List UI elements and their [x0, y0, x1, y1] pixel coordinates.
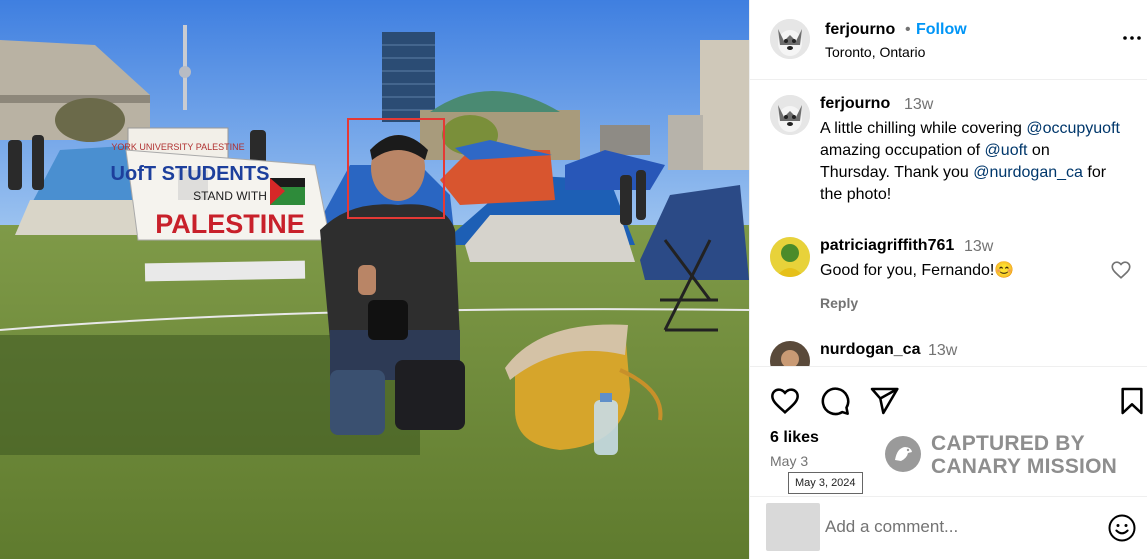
commenter-username[interactable]: patriciagriffith761 — [820, 237, 954, 255]
bookmark-icon[interactable] — [1116, 385, 1147, 417]
mention-link[interactable]: @occupyuoft — [1026, 120, 1120, 137]
caption-time[interactable]: 13w — [904, 96, 933, 114]
post-sidebar: ferjourno • Follow Toronto, Ontario ferj… — [749, 0, 1147, 559]
user-avatar — [766, 503, 820, 551]
post-header: ferjourno • Follow Toronto, Ontario — [750, 0, 1147, 80]
author-avatar[interactable] — [770, 19, 810, 59]
water-bottle — [594, 400, 618, 455]
follow-button[interactable]: Follow — [916, 21, 967, 39]
heart-icon[interactable] — [769, 385, 801, 417]
post-location[interactable]: Toronto, Ontario — [825, 44, 925, 60]
emoji-icon[interactable] — [1107, 513, 1137, 543]
comment-icon[interactable] — [819, 385, 851, 417]
comment-time[interactable]: 13w — [964, 238, 993, 256]
ground-sign — [144, 260, 306, 282]
commenter-avatar[interactable] — [770, 341, 810, 366]
canary-logo-icon — [885, 436, 921, 472]
comment-input[interactable] — [825, 515, 1095, 539]
commenter-username[interactable]: nurdogan_ca — [820, 341, 920, 359]
more-horizontal-icon[interactable] — [1120, 26, 1144, 50]
add-comment-bar — [750, 496, 1147, 559]
caption-text: A little chilling while covering @occupy… — [820, 118, 1120, 206]
post-photo-scene: YORK UNIVERSITY PALESTINE UofT STUDENTS … — [0, 0, 749, 559]
watermark-line1: CAPTURED BY — [931, 432, 1085, 455]
comment-item: nurdogan_ca 13w — [770, 341, 1140, 366]
comment-item: patriciagriffith761 13w Good for you, Fe… — [770, 237, 1140, 317]
comment-text: Good for you, Fernando!😊 — [820, 262, 1015, 279]
author-username[interactable]: ferjourno — [825, 21, 895, 39]
likes-count[interactable]: 6 likes — [770, 429, 819, 447]
commenter-avatar[interactable] — [770, 237, 810, 277]
post-date[interactable]: May 3 — [770, 453, 808, 469]
post-photo[interactable]: YORK UNIVERSITY PALESTINE UofT STUDENTS … — [0, 0, 749, 559]
banner-line3: PALESTINE — [155, 209, 305, 239]
caption-avatar[interactable] — [770, 95, 810, 135]
separator-dot: • — [905, 21, 911, 38]
mention-link[interactable]: @uoft — [985, 142, 1028, 159]
caption-username[interactable]: ferjourno — [820, 95, 890, 113]
banner-line2: STAND WITH — [193, 189, 267, 203]
send-icon[interactable] — [868, 385, 900, 417]
caption-text-part: A little chilling while covering — [820, 120, 1027, 137]
canary-mission-watermark: CAPTURED BY CANARY MISSION — [885, 431, 1135, 481]
banner-line1: UofT STUDENTS — [111, 163, 270, 185]
date-tooltip: May 3, 2024 — [788, 472, 863, 494]
comments-list[interactable]: ferjourno 13w A little chilling while co… — [750, 81, 1147, 366]
reply-button[interactable]: Reply — [820, 295, 858, 311]
building-right — [700, 40, 749, 170]
comment-time[interactable]: 13w — [928, 342, 957, 360]
watermark-line2: CANARY MISSION — [931, 455, 1117, 478]
mention-link[interactable]: @nurdogan_ca — [973, 164, 1083, 181]
caption-entry: ferjourno 13w A little chilling while co… — [770, 95, 1140, 215]
post-actions: 6 likes May 3 May 3, 2024 CAPTURED BY CA… — [750, 366, 1147, 496]
caption-text-part: amazing occupation of — [820, 142, 985, 159]
heart-icon[interactable] — [1110, 259, 1132, 281]
